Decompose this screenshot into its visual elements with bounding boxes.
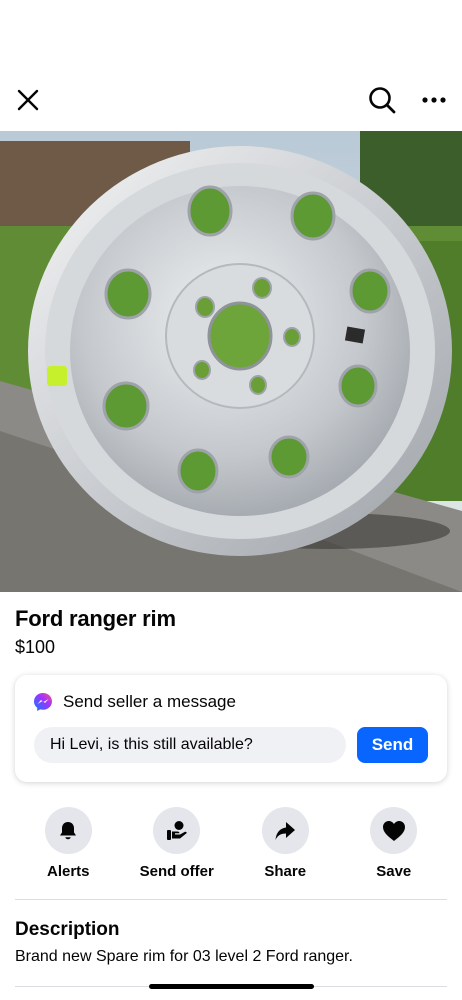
send-offer-label: Send offer	[139, 863, 214, 880]
share-label: Share	[264, 863, 307, 880]
search-icon	[369, 87, 396, 114]
save-label: Save	[376, 863, 412, 880]
bell-icon	[60, 821, 77, 839]
alerts-button[interactable]: Alerts	[14, 807, 123, 880]
rim-photo-illustration	[0, 131, 462, 592]
top-bar	[0, 70, 462, 130]
message-heading: Send seller a message	[63, 692, 236, 711]
alerts-label: Alerts	[46, 863, 90, 880]
messenger-icon	[34, 693, 52, 711]
share-icon	[275, 821, 296, 840]
more-options-icon	[422, 97, 446, 103]
alerts-circle	[44, 807, 92, 854]
save-button[interactable]: Save	[340, 807, 449, 880]
listing-title: Ford ranger rim	[15, 606, 176, 631]
action-row: Alerts Send offer Share Save	[14, 807, 448, 880]
message-seller-card: Send seller a message Hi Levi, is this s…	[15, 675, 447, 782]
send-button[interactable]: Send	[357, 727, 428, 763]
close-button[interactable]	[8, 80, 48, 120]
save-circle	[370, 807, 418, 854]
share-circle	[261, 807, 309, 854]
listing-price: $100	[15, 637, 56, 657]
message-heading-row: Send seller a message	[33, 692, 236, 712]
home-indicator	[149, 984, 314, 989]
heart-icon	[382, 820, 405, 841]
description-text: Brand new Spare rim for 03 level 2 Ford …	[15, 948, 353, 965]
close-icon	[17, 89, 39, 111]
message-input[interactable]: Hi Levi, is this still available?	[34, 727, 346, 763]
description-heading: Description	[15, 919, 120, 940]
listing-photo[interactable]	[0, 131, 462, 592]
section-divider	[15, 899, 447, 900]
share-button[interactable]: Share	[231, 807, 340, 880]
offer-icon	[166, 820, 187, 840]
search-button[interactable]	[362, 80, 402, 120]
send-offer-button[interactable]: Send offer	[123, 807, 232, 880]
more-options-button[interactable]	[414, 80, 454, 120]
send-offer-circle	[153, 807, 201, 854]
